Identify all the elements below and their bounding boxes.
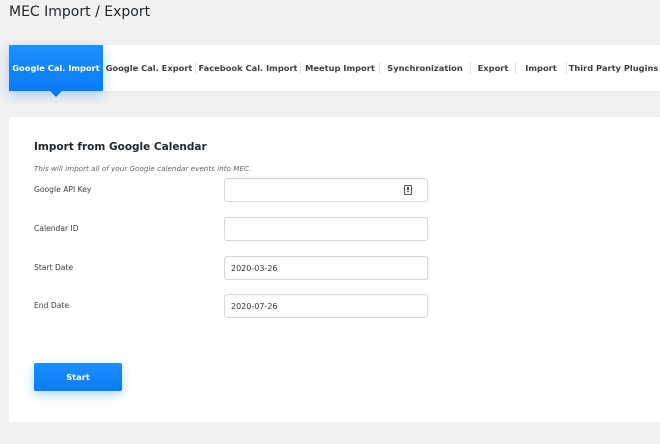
tabs-bar: Google Cal. Import Google Cal. Export Fa…	[9, 45, 660, 97]
end-date-input[interactable]	[224, 294, 428, 318]
calendar-id-input[interactable]	[224, 217, 428, 241]
tab-meetup-import[interactable]: Meetup Import	[301, 45, 379, 91]
tab-synchronization[interactable]: Synchronization	[380, 45, 470, 91]
tab-label: Google Cal. Export	[105, 63, 193, 73]
tab-facebook-cal-import[interactable]: Facebook Cal. Import	[196, 45, 300, 91]
tab-import[interactable]: Import	[516, 45, 566, 91]
tab-label: Synchronization	[387, 63, 463, 73]
panel-title: Import from Google Calendar	[34, 141, 207, 153]
api-key-label: Google API Key	[34, 185, 92, 194]
tab-label: Export	[477, 63, 509, 73]
tab-third-party-plugins[interactable]: Third Party Plugins	[567, 45, 660, 91]
tab-export[interactable]: Export	[471, 45, 515, 91]
tab-google-cal-export[interactable]: Google Cal. Export	[103, 45, 195, 91]
mec-import-export-page: MEC Import / Export Google Cal. Import G…	[0, 0, 660, 444]
tab-label: Google Cal. Import	[12, 63, 100, 73]
tab-label: Third Party Plugins	[568, 63, 659, 73]
tab-label: Import	[525, 63, 557, 73]
import-panel: Import from Google Calendar This will im…	[9, 117, 660, 422]
start-date-label: Start Date	[34, 263, 74, 272]
api-key-input[interactable]	[224, 178, 428, 202]
panel-description: This will import all of your Google cale…	[34, 164, 252, 173]
active-tab-arrow	[50, 91, 62, 97]
end-date-label: End Date	[34, 301, 69, 310]
key-icon[interactable]	[404, 185, 412, 195]
start-date-input[interactable]	[224, 256, 428, 280]
start-button[interactable]: Start	[34, 363, 122, 391]
tab-label: Meetup Import	[305, 63, 375, 73]
page-title: MEC Import / Export	[9, 4, 151, 20]
tab-google-cal-import[interactable]: Google Cal. Import	[9, 45, 103, 97]
calendar-id-label: Calendar ID	[34, 224, 79, 233]
tab-label: Facebook Cal. Import	[198, 63, 298, 73]
